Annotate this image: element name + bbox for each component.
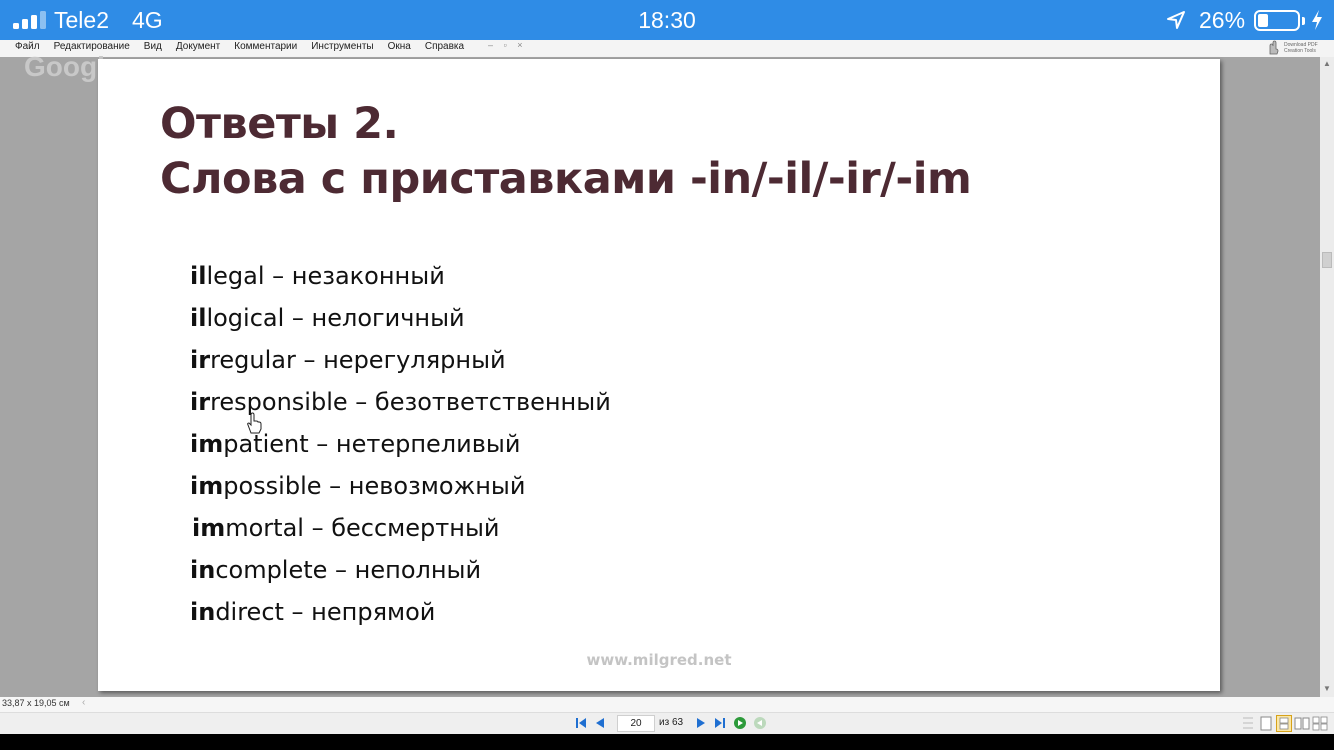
word-prefix: il	[190, 262, 207, 290]
menu-bar: Файл Редактирование Вид Документ Комментарии…	[0, 40, 1334, 57]
menu-item[interactable]: Инструменты	[311, 41, 373, 52]
menu-item[interactable]: Окна	[388, 41, 411, 52]
word-translation: logical – нелогичный	[206, 304, 465, 332]
pdf-viewer-window: Файл Редактирование Вид Документ Комментарии…	[0, 40, 1334, 734]
word-entry: illogical – нелогичный	[190, 297, 611, 339]
document-viewport[interactable]: Google Ответы 2. Слова с приставками -in…	[0, 51, 1320, 697]
page-number-input[interactable]: 20	[617, 715, 655, 732]
website-watermark: www.milgred.net	[586, 651, 732, 669]
location-arrow-icon	[1167, 11, 1185, 29]
scroll-down-arrow-icon[interactable]: ▼	[1323, 685, 1331, 693]
pdf-page[interactable]: Ответы 2. Слова с приставками -in/-il/-i…	[98, 59, 1220, 691]
word-entry: irregular – нерегулярный	[190, 339, 611, 381]
page-navigation-bar: 20 из 63	[0, 712, 1334, 734]
word-prefix: il	[190, 304, 207, 332]
go-back-icon[interactable]	[753, 716, 767, 730]
page-total: из 63	[659, 717, 684, 728]
scrollbar-thumb[interactable]	[1322, 252, 1332, 268]
window-controls[interactable]: – ▫ ×	[488, 40, 526, 50]
scroll-up-arrow-icon[interactable]: ▲	[1323, 60, 1331, 68]
menu-item[interactable]: Документ	[176, 41, 220, 52]
continuous-facing-view-icon[interactable]	[1312, 715, 1328, 732]
battery-icon	[1254, 10, 1300, 31]
word-translation: regular – нерегулярный	[210, 346, 506, 374]
word-list: illegal – незаконный illogical – нелогичн…	[190, 255, 611, 633]
single-page-view-icon[interactable]	[1258, 715, 1274, 732]
menu-item[interactable]: Справка	[425, 41, 464, 52]
word-entry: immortal – бессмертный	[190, 507, 611, 549]
view-mode-divider-icon	[1243, 717, 1253, 729]
title-line-2: Слова с приставками -in/-il/-ir/-im	[160, 154, 972, 204]
word-entry: illegal – незаконный	[190, 255, 611, 297]
word-entry: impossible – невозможный	[190, 465, 611, 507]
clock-time: 18:30	[638, 7, 696, 33]
hand-logo-icon	[1269, 40, 1279, 55]
word-translation: patient – нетерпеливый	[223, 430, 521, 458]
word-entry: indirect – непрямой	[190, 591, 611, 633]
menu-item[interactable]: Комментарии	[234, 41, 297, 52]
first-page-icon[interactable]	[574, 716, 588, 730]
last-page-icon[interactable]	[713, 716, 727, 730]
word-translation: possible – невозможный	[223, 472, 526, 500]
title-line-1: Ответы 2.	[160, 99, 399, 149]
page-size-readout: 33,87 x 19,05 см	[2, 698, 70, 708]
word-prefix: im	[190, 430, 224, 458]
status-line: 33,87 x 19,05 см ‹	[0, 697, 1334, 712]
continuous-view-icon[interactable]	[1276, 715, 1292, 732]
word-prefix: im	[190, 472, 224, 500]
facing-pages-view-icon[interactable]	[1294, 715, 1310, 732]
word-prefix: in	[190, 598, 216, 626]
word-prefix: ir	[190, 388, 211, 416]
pdf-creation-tools-logo[interactable]: Download PDF Creation Tools	[1262, 40, 1334, 57]
word-translation: complete – неполный	[215, 556, 482, 584]
vertical-scrollbar[interactable]: ▲ ▼	[1320, 57, 1334, 697]
screen-bottom-edge	[0, 734, 1334, 750]
word-translation: legal – незаконный	[206, 262, 445, 290]
word-prefix: ir	[190, 346, 211, 374]
prev-page-icon[interactable]	[593, 716, 607, 730]
word-translation: mortal – бессмертный	[225, 514, 500, 542]
word-prefix: im	[192, 514, 226, 542]
battery-percent: 26%	[1199, 7, 1246, 33]
next-page-icon[interactable]	[694, 716, 708, 730]
charging-bolt-icon	[1312, 10, 1322, 30]
battery-tip	[1302, 17, 1305, 25]
status-scroll-left-icon[interactable]: ‹	[82, 697, 85, 708]
go-forward-icon[interactable]	[733, 716, 747, 730]
word-entry: incomplete – неполный	[190, 549, 611, 591]
word-prefix: in	[190, 556, 216, 584]
page-title: Ответы 2. Слова с приставками -in/-il/-i…	[160, 97, 972, 207]
ios-status-bar: Tele2 4G 18:30 26%	[0, 0, 1334, 40]
brand-text-line2: Creation Tools	[1284, 48, 1316, 54]
word-translation: direct – непрямой	[215, 598, 436, 626]
menu-item[interactable]: Вид	[144, 41, 162, 52]
word-translation: responsible – безответственный	[210, 388, 611, 416]
hand-cursor-icon	[247, 412, 262, 434]
